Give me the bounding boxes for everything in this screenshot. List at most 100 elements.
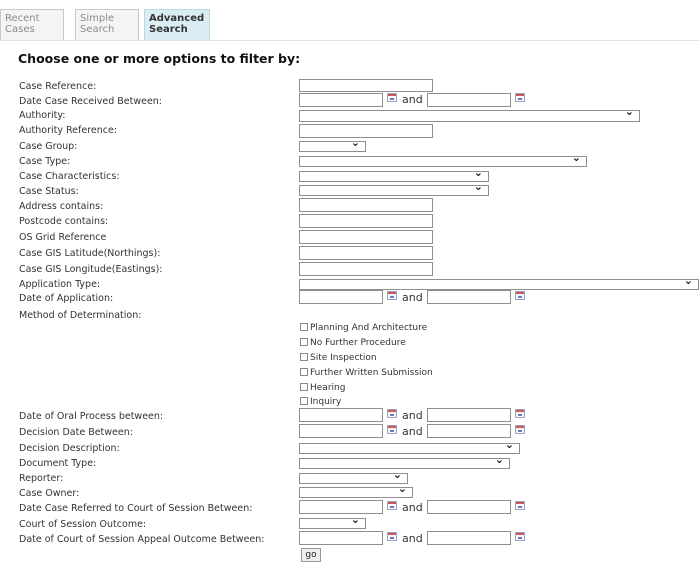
go-button[interactable]: go	[301, 548, 321, 562]
checkbox[interactable]	[300, 338, 308, 346]
tab-recent-cases[interactable]: Recent Cases	[0, 9, 64, 40]
checkbox[interactable]	[300, 323, 308, 331]
court-appeal-from-input[interactable]	[299, 531, 383, 545]
decision-date-label: Decision Date Between:	[19, 427, 133, 438]
checkbox[interactable]	[300, 368, 308, 376]
gis-latitude-input[interactable]	[299, 246, 433, 260]
checkbox[interactable]	[300, 397, 308, 405]
case-status-label: Case Status:	[19, 186, 79, 197]
option-label: No Further Procedure	[310, 338, 406, 348]
os-grid-label: OS Grid Reference	[19, 232, 107, 243]
tab-divider	[0, 40, 699, 41]
calendar-icon[interactable]	[387, 425, 397, 434]
case-type-select[interactable]	[299, 151, 587, 167]
method-option[interactable]: Hearing	[300, 383, 345, 393]
court-appeal-to-input[interactable]	[427, 531, 511, 545]
and-text: and	[402, 93, 423, 106]
case-characteristics-label: Case Characteristics:	[19, 171, 120, 182]
oral-process-from-input[interactable]	[299, 408, 383, 422]
calendar-icon[interactable]	[515, 93, 525, 102]
method-label: Method of Determination:	[19, 310, 142, 321]
method-option[interactable]: Further Written Submission	[300, 368, 433, 378]
tab-label: Recent	[5, 13, 40, 24]
method-option[interactable]: Planning And Architecture	[300, 323, 427, 333]
gis-longitude-input[interactable]	[299, 262, 433, 276]
date-received-label: Date Case Received Between:	[19, 96, 163, 107]
calendar-icon[interactable]	[515, 409, 525, 418]
date-received-from-input[interactable]	[299, 93, 383, 107]
calendar-icon[interactable]	[387, 93, 397, 102]
case-characteristics-select[interactable]	[299, 166, 489, 182]
option-label: Planning And Architecture	[310, 323, 428, 333]
checkbox[interactable]	[300, 353, 308, 361]
checkbox[interactable]	[300, 383, 308, 391]
date-application-to-input[interactable]	[427, 290, 511, 304]
method-option[interactable]: Site Inspection	[300, 353, 377, 363]
date-application-label: Date of Application:	[19, 293, 114, 304]
tab-label: Search	[149, 24, 188, 35]
date-application-from-input[interactable]	[299, 290, 383, 304]
decision-date-from-input[interactable]	[299, 424, 383, 438]
option-label: Site Inspection	[310, 353, 377, 363]
oral-process-to-input[interactable]	[427, 408, 511, 422]
os-grid-input[interactable]	[299, 230, 433, 244]
reporter-select[interactable]	[299, 468, 408, 484]
decision-date-to-input[interactable]	[427, 424, 511, 438]
method-option[interactable]: No Further Procedure	[300, 338, 406, 348]
postcode-input[interactable]	[299, 214, 433, 228]
calendar-icon[interactable]	[387, 291, 397, 300]
court-outcome-label: Court of Session Outcome:	[19, 519, 147, 530]
case-owner-select[interactable]	[299, 482, 413, 498]
application-type-select[interactable]	[299, 274, 699, 290]
option-label: Inquiry	[310, 397, 342, 407]
application-type-label: Application Type:	[19, 279, 101, 290]
gis-longitude-label: Case GIS Longitude(Eastings):	[19, 264, 163, 275]
calendar-icon[interactable]	[387, 532, 397, 541]
method-option[interactable]: Inquiry	[300, 397, 341, 407]
and-text: and	[402, 425, 423, 438]
calendar-icon[interactable]	[515, 532, 525, 541]
reporter-label: Reporter:	[19, 473, 64, 484]
case-owner-label: Case Owner:	[19, 488, 80, 499]
case-group-label: Case Group:	[19, 141, 78, 152]
tab-label: Cases	[5, 24, 35, 35]
authority-reference-input[interactable]	[299, 124, 433, 138]
document-type-select[interactable]	[299, 453, 510, 469]
tab-label: Search	[80, 24, 115, 35]
calendar-icon[interactable]	[515, 425, 525, 434]
calendar-icon[interactable]	[515, 291, 525, 300]
court-referred-from-input[interactable]	[299, 500, 383, 514]
oral-process-label: Date of Oral Process between:	[19, 411, 164, 422]
case-group-select[interactable]	[299, 136, 366, 152]
date-received-to-input[interactable]	[427, 93, 511, 107]
tab-label: Simple	[80, 13, 115, 24]
authority-label: Authority:	[19, 110, 66, 121]
calendar-icon[interactable]	[515, 501, 525, 510]
tab-simple-search[interactable]: Simple Search	[75, 9, 139, 40]
and-text: and	[402, 501, 423, 514]
case-reference-input[interactable]	[299, 79, 433, 92]
and-text: and	[402, 409, 423, 422]
court-outcome-select[interactable]	[299, 513, 366, 529]
court-referred-to-input[interactable]	[427, 500, 511, 514]
decision-description-select[interactable]	[299, 438, 520, 454]
calendar-icon[interactable]	[387, 501, 397, 510]
case-reference-label: Case Reference:	[19, 81, 97, 92]
address-input[interactable]	[299, 198, 433, 212]
tab-label: Advanced	[149, 13, 205, 24]
calendar-icon[interactable]	[387, 409, 397, 418]
gis-latitude-label: Case GIS Latitude(Northings):	[19, 248, 161, 259]
case-type-label: Case Type:	[19, 156, 71, 167]
court-appeal-label: Date of Court of Session Appeal Outcome …	[19, 534, 265, 545]
authority-select[interactable]	[299, 105, 640, 122]
tab-advanced-search[interactable]: Advanced Search	[144, 9, 210, 40]
document-type-label: Document Type:	[19, 458, 97, 469]
page-title: Choose one or more options to filter by:	[18, 51, 301, 66]
postcode-label: Postcode contains:	[19, 216, 109, 227]
case-status-select[interactable]	[299, 180, 489, 196]
option-label: Further Written Submission	[310, 368, 433, 378]
option-label: Hearing	[310, 383, 346, 393]
decision-description-label: Decision Description:	[19, 443, 120, 454]
authority-reference-label: Authority Reference:	[19, 125, 118, 136]
address-label: Address contains:	[19, 201, 104, 212]
